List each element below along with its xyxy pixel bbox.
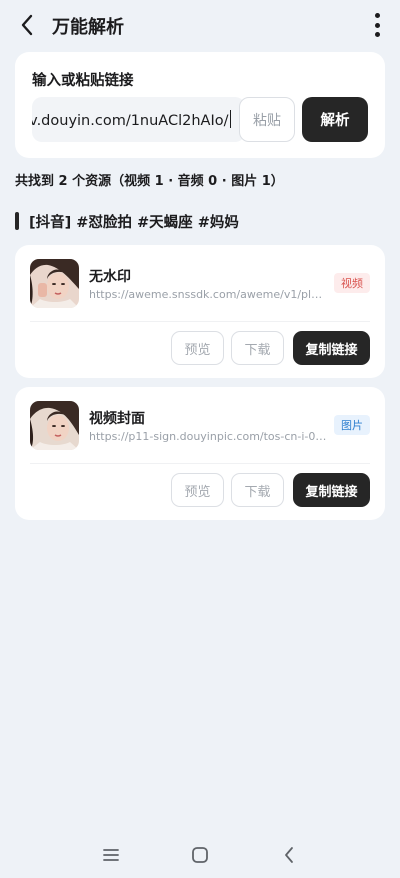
page-title: 万能解析	[52, 17, 124, 38]
app-screen: 万能解析 输入或粘贴链接 v.douyin.com/1nuACl2hAIo/ 粘…	[0, 0, 400, 878]
more-options-button[interactable]	[372, 13, 382, 37]
link-input-card: 输入或粘贴链接 v.douyin.com/1nuACl2hAIo/ 粘贴 解析	[15, 52, 385, 158]
resource-url: https://aweme.snssdk.com/aweme/v1/play/?…	[89, 288, 327, 301]
thumbnail-image	[30, 401, 79, 450]
paste-button[interactable]: 粘贴	[239, 97, 295, 142]
url-input-value: v.douyin.com/1nuACl2hAIo/	[32, 113, 229, 129]
resource-card-video: 无水印 https://aweme.snssdk.com/aweme/v1/pl…	[15, 245, 385, 378]
system-back-button[interactable]	[277, 844, 301, 866]
more-dot-icon	[374, 13, 380, 18]
text-caret	[229, 110, 231, 128]
download-button[interactable]: 下载	[231, 331, 284, 365]
type-badge: 图片	[334, 415, 370, 435]
system-navigation-bar	[0, 832, 400, 878]
back-chevron-icon	[285, 847, 293, 863]
resource-title: 视频封面	[89, 411, 145, 427]
video-caption: [抖音] #怼脸拍 #天蝎座 #妈妈	[15, 211, 239, 231]
more-dot-icon	[374, 22, 380, 28]
copy-link-button[interactable]: 复制链接	[293, 473, 370, 507]
parse-button[interactable]: 解析	[302, 97, 368, 142]
resource-card-image: 视频封面 https://p11-sign.douyinpic.com/tos-…	[15, 387, 385, 520]
resource-url: https://p11-sign.douyinpic.com/tos-cn-i-…	[89, 430, 327, 443]
recent-apps-button[interactable]	[99, 844, 123, 866]
home-square-icon	[192, 847, 208, 863]
divider	[30, 321, 370, 322]
url-input[interactable]: v.douyin.com/1nuACl2hAIo/	[32, 97, 245, 142]
preview-button[interactable]: 预览	[171, 473, 224, 507]
result-summary: 共找到 2 个资源（视频 1 · 音频 0 · 图片 1）	[15, 174, 284, 189]
thumbnail-image	[30, 259, 79, 308]
download-button[interactable]: 下载	[231, 473, 284, 507]
copy-link-button[interactable]: 复制链接	[293, 331, 370, 365]
home-button[interactable]	[188, 844, 212, 866]
menu-icon	[103, 849, 119, 861]
divider	[30, 463, 370, 464]
caption-text: [抖音] #怼脸拍 #天蝎座 #妈妈	[29, 214, 239, 231]
resource-title: 无水印	[89, 269, 131, 285]
back-arrow-icon	[21, 14, 33, 36]
preview-button[interactable]: 预览	[171, 331, 224, 365]
more-dot-icon	[374, 32, 380, 37]
type-badge: 视频	[334, 273, 370, 293]
caption-accent-bar	[15, 212, 19, 230]
input-label: 输入或粘贴链接	[32, 73, 134, 89]
top-bar: 万能解析	[0, 0, 400, 50]
back-button[interactable]	[14, 12, 40, 38]
